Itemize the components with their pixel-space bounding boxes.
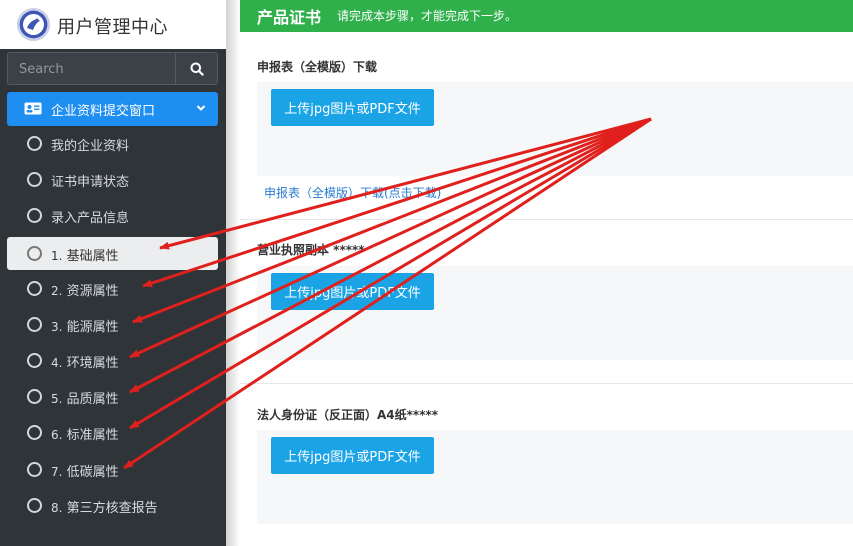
section-title-application-form: 申报表（全模版）下载	[257, 60, 378, 74]
sidebar: 用户管理中心 企业资料提交窗口 我的企业资料 证书申请状态	[0, 0, 226, 546]
sidebar-item-quality-attributes[interactable]: 5. 品质属性	[7, 380, 218, 413]
section-title-business-license: 营业执照副本 *****	[257, 243, 365, 257]
search-button[interactable]	[175, 53, 217, 84]
download-link-application-form[interactable]: 申报表（全模版）下载(点击下载)	[264, 184, 441, 201]
circle-icon	[27, 498, 42, 513]
item-number: 3.	[51, 320, 63, 334]
sidebar-item-label: 8. 第三方核查报告	[51, 497, 158, 516]
sidebar-item-my-company[interactable]: 我的企业资料	[7, 127, 218, 160]
item-text: 能源属性	[66, 320, 119, 335]
item-number: 6.	[51, 428, 63, 442]
upload-area-legal-id-card: 上传jpg图片或PDF文件	[257, 430, 853, 524]
item-text: 第三方核查报告	[66, 501, 158, 516]
section-title-legal-id-card: 法人身份证（反正面）A4纸*****	[257, 408, 439, 422]
item-text: 品质属性	[66, 392, 119, 407]
search-input[interactable]	[8, 53, 191, 86]
item-text: 标准属性	[66, 428, 119, 443]
brand-header: 用户管理中心	[0, 0, 226, 49]
sidebar-item-label: 证书申请状态	[51, 175, 130, 190]
sidebar-item-standard-attributes[interactable]: 6. 标准属性	[7, 416, 218, 449]
circle-icon	[27, 208, 42, 223]
circle-icon	[27, 317, 42, 332]
sidebar-item-label: 6. 标准属性	[51, 424, 119, 443]
upload-button-legal-id-card[interactable]: 上传jpg图片或PDF文件	[271, 437, 434, 474]
sidebar-item-resource-attributes[interactable]: 2. 资源属性	[7, 272, 218, 305]
sidebar-item-label: 4. 环境属性	[51, 352, 119, 371]
circle-icon	[27, 172, 42, 187]
banner-title: 产品证书	[257, 8, 322, 27]
sidebar-item-product-info[interactable]: 录入产品信息	[7, 199, 218, 232]
sidebar-item-energy-attributes[interactable]: 3. 能源属性	[7, 308, 218, 341]
sidebar-item-label: 录入产品信息	[51, 211, 130, 226]
item-number: 5.	[51, 392, 63, 406]
upload-button-application-form[interactable]: 上传jpg图片或PDF文件	[271, 89, 434, 126]
sidebar-item-label: 2. 资源属性	[51, 280, 119, 299]
search-bar	[7, 52, 218, 86]
upload-area-application-form: 上传jpg图片或PDF文件	[257, 82, 853, 176]
circle-icon	[27, 462, 42, 477]
sidebar-shadow	[226, 0, 240, 546]
app-title: 用户管理中心	[57, 17, 168, 38]
circle-icon	[27, 425, 42, 440]
upload-area-business-license: 上传jpg图片或PDF文件	[257, 266, 853, 360]
id-card-icon	[24, 102, 42, 115]
item-text: 资源属性	[66, 284, 119, 299]
sidebar-item-low-carbon-attributes[interactable]: 7. 低碳属性	[7, 453, 218, 486]
sidebar-item-label: 我的企业资料	[51, 139, 130, 154]
sidebar-item-label: 1. 基础属性	[51, 245, 119, 264]
sidebar-item-label: 5. 品质属性	[51, 388, 119, 407]
item-number: 1.	[51, 249, 63, 263]
item-number: 2.	[51, 284, 63, 298]
search-icon	[190, 62, 204, 76]
sidebar-item-cert-status[interactable]: 证书申请状态	[7, 163, 218, 196]
banner-subtitle: 请完成本步骤，才能完成下一步。	[337, 9, 518, 23]
chevron-down-icon	[196, 105, 206, 111]
sidebar-item-label: 3. 能源属性	[51, 316, 119, 335]
sidebar-item-third-party-report[interactable]: 8. 第三方核查报告	[7, 489, 218, 522]
sidebar-item-label: 7. 低碳属性	[51, 461, 119, 480]
menu-group-label: 企业资料提交窗口	[51, 104, 156, 119]
item-text: 基础属性	[66, 249, 119, 264]
circle-icon	[27, 281, 42, 296]
step-banner: 产品证书 请完成本步骤，才能完成下一步。	[240, 0, 853, 32]
circle-icon	[27, 389, 42, 404]
item-number: 7.	[51, 465, 63, 479]
upload-button-business-license[interactable]: 上传jpg图片或PDF文件	[271, 273, 434, 310]
sidebar-item-environment-attributes[interactable]: 4. 环境属性	[7, 344, 218, 377]
menu-group-company-submission[interactable]: 企业资料提交窗口	[7, 92, 218, 126]
section-divider	[240, 383, 853, 384]
item-text: 低碳属性	[66, 465, 119, 480]
section-divider	[240, 219, 853, 220]
item-text: 环境属性	[66, 356, 119, 371]
item-number: 8.	[51, 501, 63, 515]
sidebar-item-basic-attributes[interactable]: 1. 基础属性	[7, 237, 218, 270]
org-logo-icon	[17, 8, 50, 41]
circle-icon	[27, 353, 42, 368]
circle-icon	[27, 246, 42, 261]
item-number: 4.	[51, 356, 63, 370]
circle-icon	[27, 136, 42, 151]
